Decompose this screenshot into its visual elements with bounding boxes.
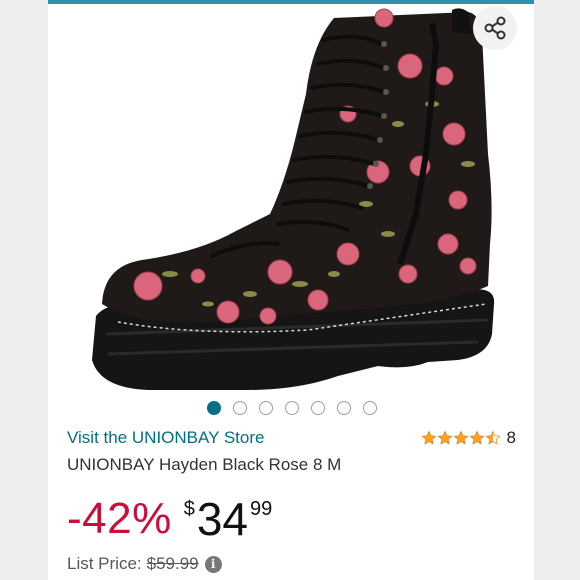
price-fraction: 99: [250, 498, 273, 520]
star-icon: [421, 430, 436, 445]
list-price-label: List Price:: [67, 554, 142, 573]
carousel-dot[interactable]: [285, 401, 299, 415]
left-gutter: [0, 0, 48, 580]
list-price: List Price: $59.99 i: [67, 554, 222, 574]
carousel-dot[interactable]: [259, 401, 273, 415]
price-row: -42% $ 34 99: [67, 492, 272, 546]
price-currency: $: [183, 498, 195, 520]
info-icon[interactable]: i: [204, 555, 222, 573]
share-button[interactable]: [473, 6, 517, 50]
product-title: UNIONBAY Hayden Black Rose 8 M: [67, 455, 342, 474]
price-whole: 34: [196, 493, 249, 545]
star-icon: [469, 430, 484, 445]
store-link[interactable]: Visit the UNIONBAY Store: [67, 428, 264, 448]
carousel-dots: [207, 401, 377, 415]
carousel-dot[interactable]: [233, 401, 247, 415]
product-image[interactable]: [48, 4, 534, 398]
star-icon: [485, 430, 500, 445]
discount-percent: -42%: [67, 494, 172, 543]
price: $ 34 99: [184, 492, 273, 546]
carousel-dot[interactable]: [207, 401, 221, 415]
list-price-value: $59.99: [146, 554, 199, 573]
rating[interactable]: 8: [421, 428, 516, 448]
right-gutter: [534, 0, 580, 580]
carousel-dot[interactable]: [311, 401, 325, 415]
rating-count: 8: [506, 428, 516, 447]
rating-stars: [421, 430, 501, 446]
product-card: Visit the UNIONBAY Store 8 UNIONBAY Hayd…: [48, 4, 534, 580]
carousel-dot[interactable]: [363, 401, 377, 415]
star-icon: [437, 430, 452, 445]
carousel-dot[interactable]: [337, 401, 351, 415]
share-icon: [484, 16, 506, 40]
star-icon: [453, 430, 468, 445]
